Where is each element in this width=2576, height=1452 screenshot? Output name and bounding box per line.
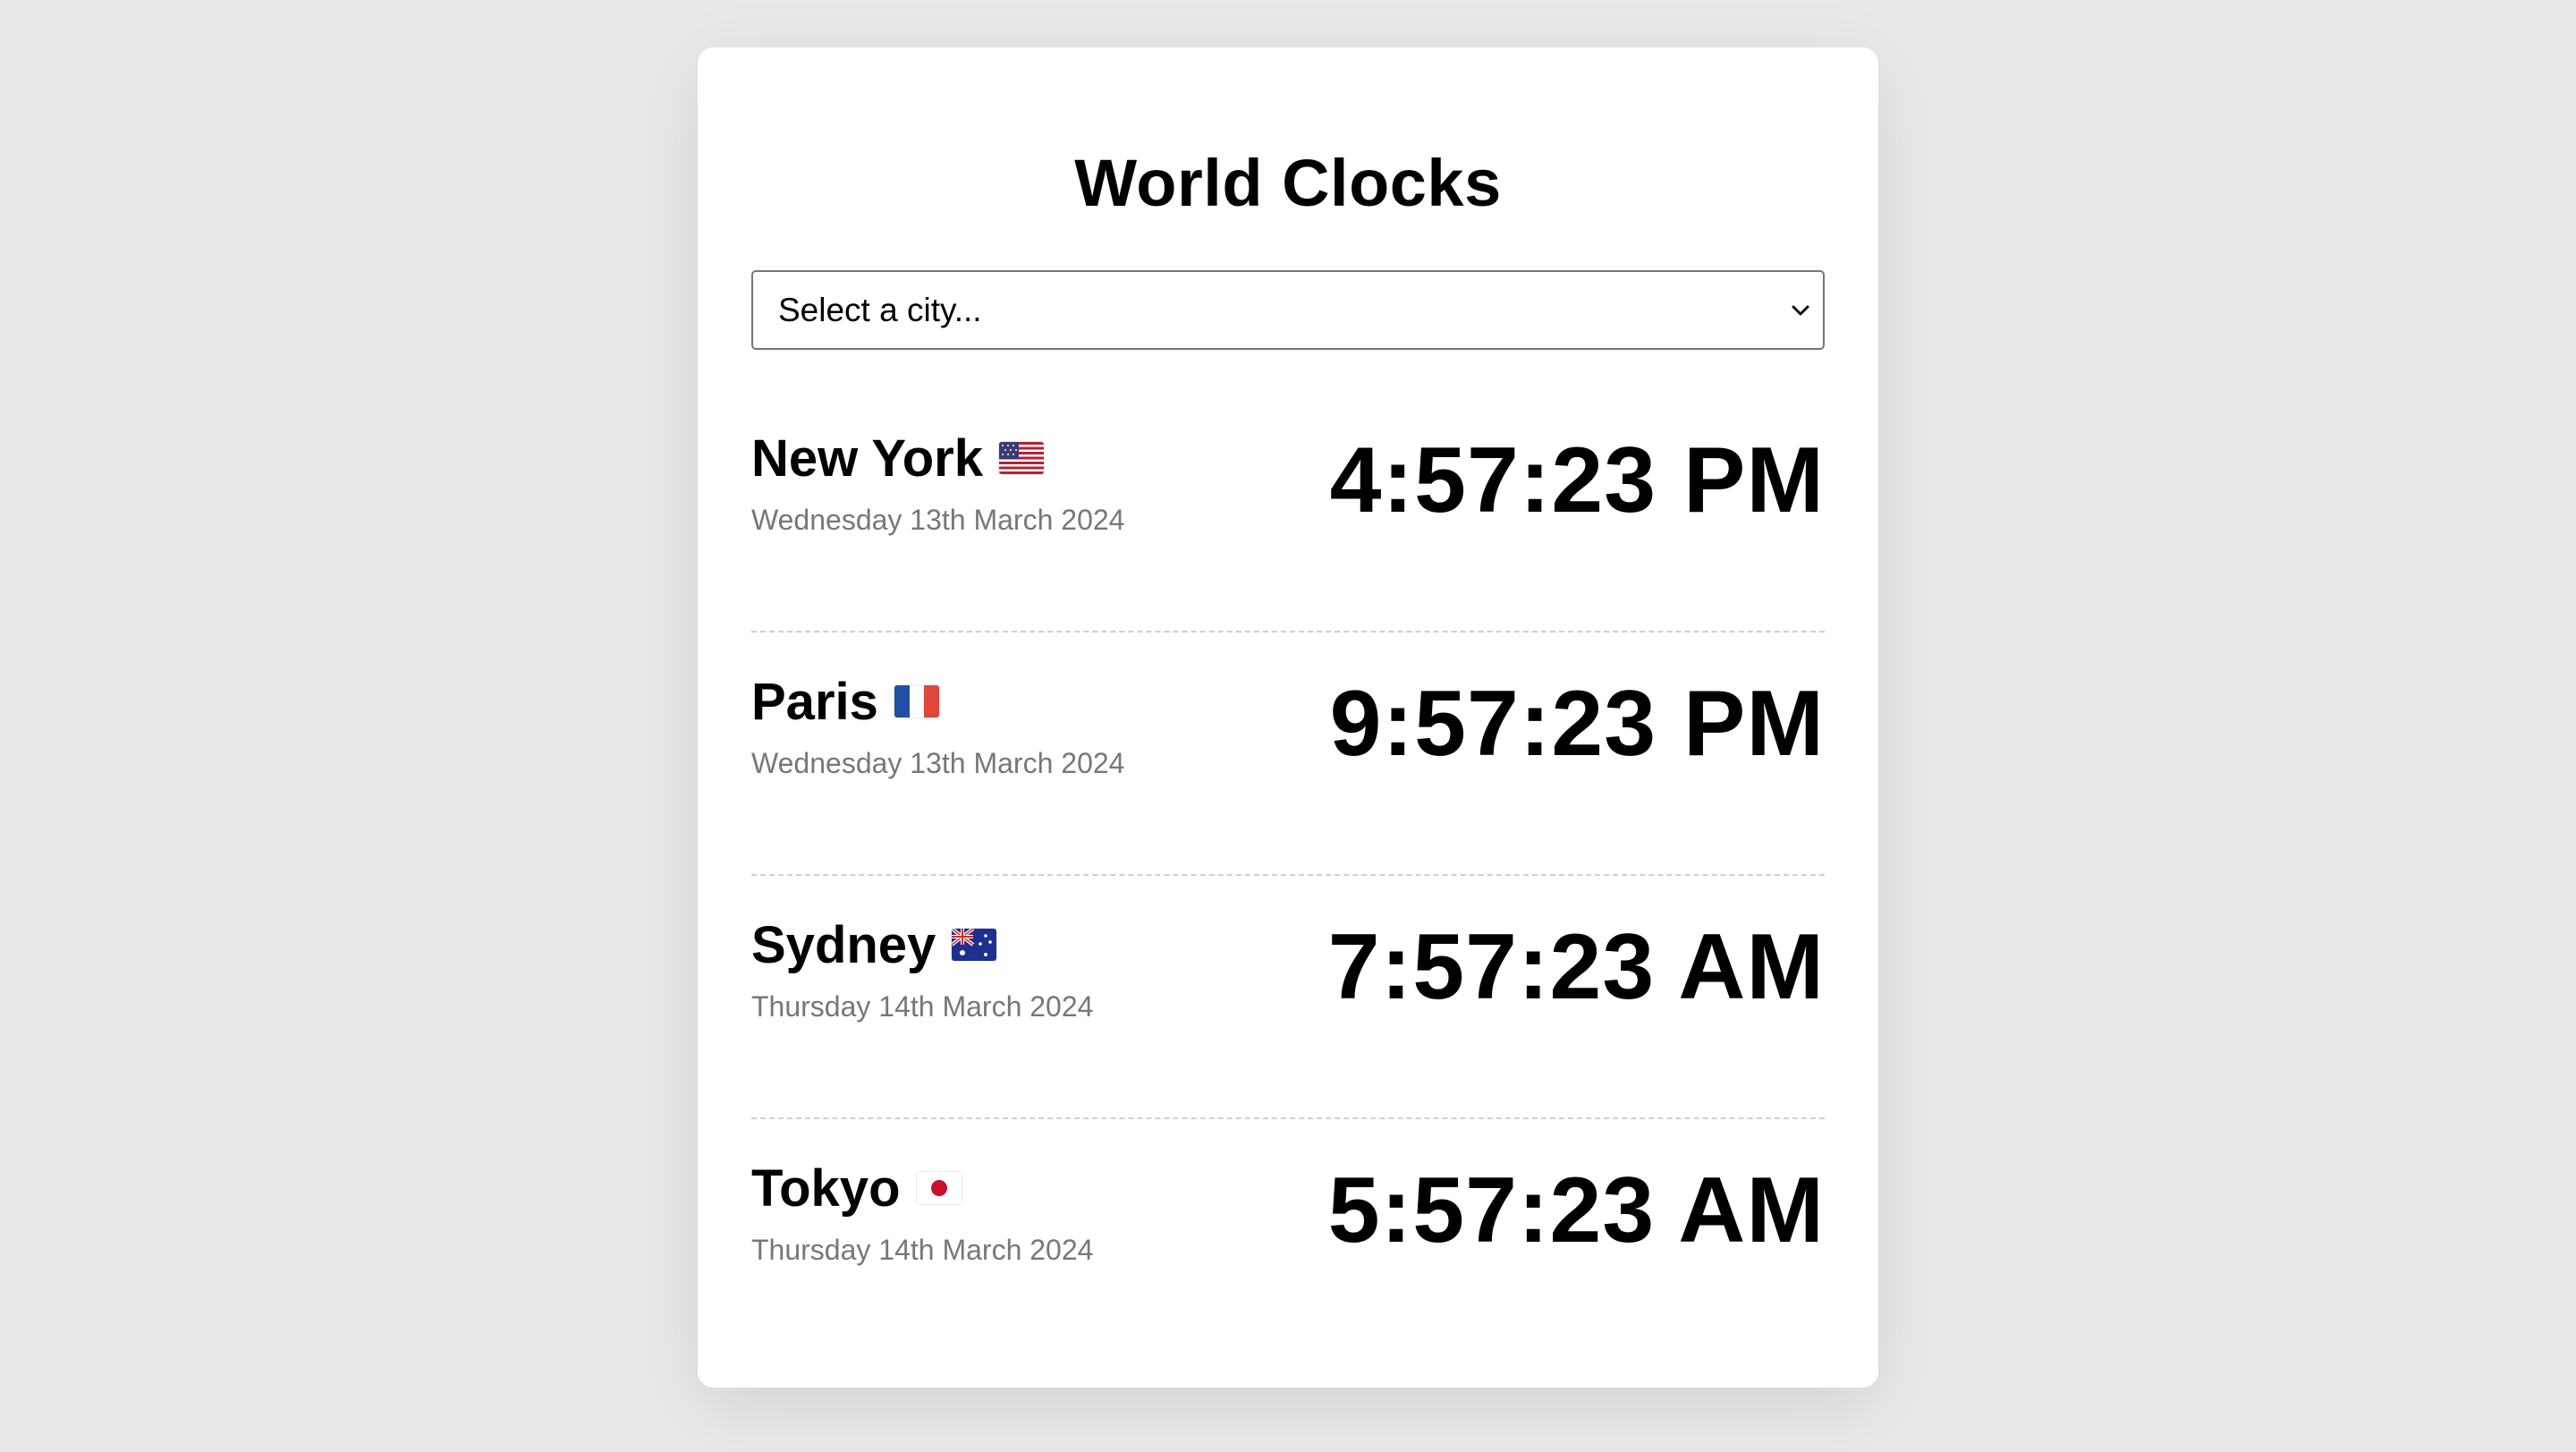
city-time: 5:57:23 AM — [1327, 1159, 1825, 1262]
page-title: World Clocks — [1074, 146, 1502, 220]
city-name: Paris — [751, 672, 878, 731]
city-row-paris: Paris Wednesday 13th March 2024 9:57:23 … — [751, 633, 1825, 876]
japan-flag-icon — [916, 1172, 962, 1204]
city-date: Wednesday 13th March 2024 — [751, 504, 1125, 536]
city-date: Thursday 14th March 2024 — [751, 1234, 1094, 1266]
city-select[interactable]: Select a city... — [751, 270, 1825, 350]
city-list: New York Wednesday 13th March 2024 4:57:… — [751, 389, 1825, 1363]
city-select-value: Select a city... — [778, 291, 982, 328]
city-name: New York — [751, 429, 983, 488]
chevron-down-icon — [1792, 305, 1809, 315]
city-date: Wednesday 13th March 2024 — [751, 747, 1125, 779]
france-flag-icon — [894, 685, 939, 718]
city-name: Tokyo — [751, 1159, 901, 1218]
city-date: Thursday 14th March 2024 — [751, 990, 1094, 1023]
world-clocks-card: World Clocks Select a city... New York W… — [698, 47, 1878, 1388]
city-time: 4:57:23 PM — [1329, 429, 1825, 532]
city-row-tokyo: Tokyo Thursday 14th March 2024 5:57:23 A… — [751, 1119, 1825, 1363]
city-row-sydney: Sydney Thursday 14th March 2024 7:57:23 … — [751, 876, 1825, 1119]
city-time: 9:57:23 PM — [1329, 672, 1825, 776]
australia-flag-icon — [952, 929, 997, 961]
city-row-new-york: New York Wednesday 13th March 2024 4:57:… — [751, 389, 1825, 633]
us-flag-icon — [998, 442, 1044, 474]
city-name: Sydney — [751, 915, 936, 974]
city-time: 7:57:23 AM — [1327, 915, 1825, 1019]
